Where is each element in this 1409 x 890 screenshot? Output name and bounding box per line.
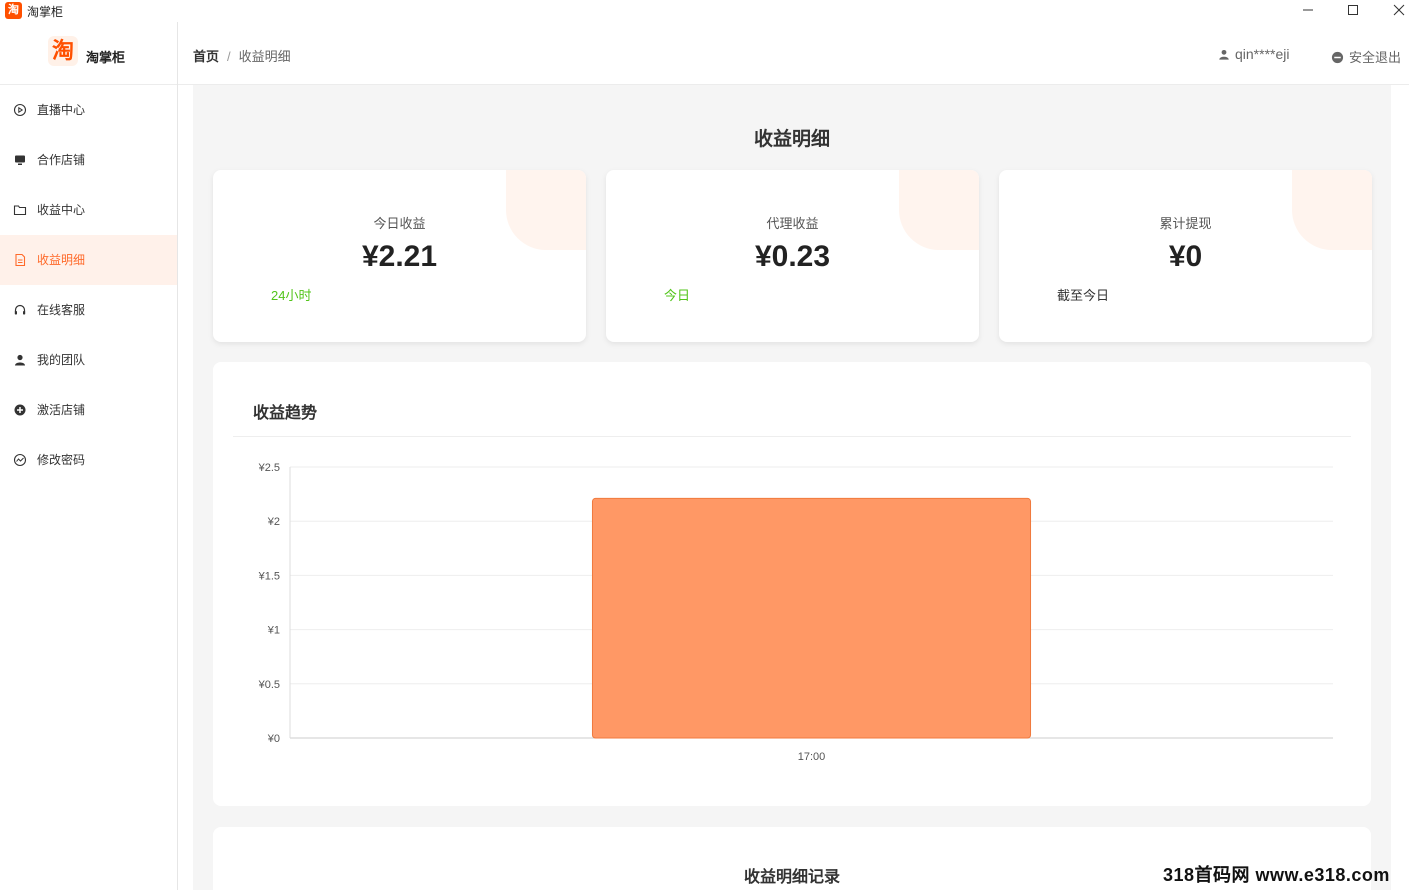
y-tick-label: ¥2 xyxy=(267,516,280,528)
brand[interactable]: 淘 淘掌柜 xyxy=(0,22,177,85)
y-tick-label: ¥0 xyxy=(267,733,280,745)
minimize-icon xyxy=(1303,9,1313,11)
y-tick-label: ¥2.5 xyxy=(258,462,280,474)
logout-label: 安全退出 xyxy=(1349,50,1402,65)
sidebar-item-activate-shop[interactable]: 激活店铺 xyxy=(0,385,177,435)
page-title: 收益明细 xyxy=(753,129,830,150)
sidebar-menu: 直播中心 合作店铺 收益中心 收益明细 在线客服 我的团队 激活店铺 修改密码 xyxy=(0,85,177,485)
maximize-icon xyxy=(1348,5,1358,15)
breadcrumb: 首页 / 收益明细 xyxy=(193,46,291,65)
maximize-button[interactable] xyxy=(1330,0,1376,22)
brand-name: 淘掌柜 xyxy=(86,50,126,65)
stat-value: ¥0 xyxy=(1168,240,1203,273)
user-icon xyxy=(15,354,25,366)
sidebar-item-support[interactable]: 在线客服 xyxy=(0,285,177,335)
brand-logo: 淘 xyxy=(48,36,78,66)
user-menu[interactable]: qin****eji xyxy=(1218,46,1289,62)
stat-label: 累计提现 xyxy=(1159,216,1212,231)
headset-icon xyxy=(14,304,26,315)
logout-icon xyxy=(1331,51,1344,64)
card-corner-decoration xyxy=(1292,170,1372,250)
stat-card-withdrawn: 累计提现 ¥0 截至今日 xyxy=(999,170,1372,342)
top-header: 首页 / 收益明细 qin****eji 安全退出 xyxy=(178,22,1409,85)
plus-circle-icon xyxy=(14,404,26,416)
close-icon xyxy=(1393,4,1405,16)
earnings-trend-card: 收益趋势 ¥0 ¥0.5 ¥1 ¥1.5 ¥2 ¥2.5 17:00 xyxy=(213,362,1371,806)
bar xyxy=(591,497,1032,739)
stat-note: 今日 xyxy=(664,288,691,303)
stat-label: 代理收益 xyxy=(766,216,819,231)
sidebar-item-earnings-detail[interactable]: 收益明细 xyxy=(0,235,177,285)
logout-button[interactable]: 安全退出 xyxy=(1331,47,1401,66)
card-corner-decoration xyxy=(899,170,979,250)
breadcrumb-current: 收益明细 xyxy=(238,49,291,64)
x-tick-label: 17:00 xyxy=(798,751,826,763)
sidebar-item-shops[interactable]: 合作店铺 xyxy=(0,135,177,185)
y-tick-label: ¥0.5 xyxy=(258,679,280,691)
sidebar-item-label: 合作店铺 xyxy=(37,153,86,167)
document-icon xyxy=(15,253,26,267)
sidebar-item-label: 修改密码 xyxy=(37,453,86,467)
sidebar-item-team[interactable]: 我的团队 xyxy=(0,335,177,385)
sidebar-item-label: 激活店铺 xyxy=(37,403,86,417)
stat-value: ¥0.23 xyxy=(754,240,831,273)
stat-note: 截至今日 xyxy=(1057,288,1110,303)
sidebar-item-earnings-center[interactable]: 收益中心 xyxy=(0,185,177,235)
breadcrumb-home[interactable]: 首页 xyxy=(193,49,219,64)
sidebar-item-live[interactable]: 直播中心 xyxy=(0,85,177,135)
main-content: 收益明细 今日收益 ¥2.21 24小时 代理收益 ¥0.23 今日 累计提现 … xyxy=(193,85,1391,890)
stat-label: 今日收益 xyxy=(373,216,426,231)
play-circle-icon xyxy=(13,103,27,117)
username: qin****eji xyxy=(1235,46,1290,62)
stat-card-agent: 代理收益 ¥0.23 今日 xyxy=(606,170,979,342)
card-corner-decoration xyxy=(506,170,586,250)
close-button[interactable] xyxy=(1376,0,1409,22)
sidebar-item-label: 直播中心 xyxy=(37,103,86,117)
title-bar: 淘 淘掌柜 xyxy=(0,0,1409,22)
stat-note: 24小时 xyxy=(271,288,312,303)
breadcrumb-separator: / xyxy=(227,49,231,64)
chart-circle-icon xyxy=(13,453,27,467)
sidebar-item-label: 我的团队 xyxy=(37,353,86,367)
stat-card-today: 今日收益 ¥2.21 24小时 xyxy=(213,170,586,342)
sidebar-item-change-password[interactable]: 修改密码 xyxy=(0,435,177,485)
folder-icon xyxy=(13,205,27,216)
sidebar-item-label: 收益明细 xyxy=(37,253,86,267)
monitor-icon xyxy=(15,155,25,165)
y-tick-label: ¥1 xyxy=(267,625,280,637)
minimize-button[interactable] xyxy=(1285,0,1331,22)
window-title: 淘掌柜 xyxy=(27,5,64,19)
earnings-trend-chart: ¥0 ¥0.5 ¥1 ¥1.5 ¥2 ¥2.5 17:00 xyxy=(258,462,1333,763)
watermark: 318首码网 www.e318.com xyxy=(1163,865,1390,885)
user-icon xyxy=(1219,49,1229,60)
sidebar-item-label: 在线客服 xyxy=(37,303,86,317)
app-icon: 淘 xyxy=(5,2,22,19)
sidebar: 淘 淘掌柜 直播中心 合作店铺 收益中心 收益明细 在线客服 我的团队 激活店铺… xyxy=(0,22,178,890)
y-tick-label: ¥1.5 xyxy=(258,570,280,582)
stat-value: ¥2.21 xyxy=(361,240,438,273)
sidebar-item-label: 收益中心 xyxy=(37,203,86,217)
